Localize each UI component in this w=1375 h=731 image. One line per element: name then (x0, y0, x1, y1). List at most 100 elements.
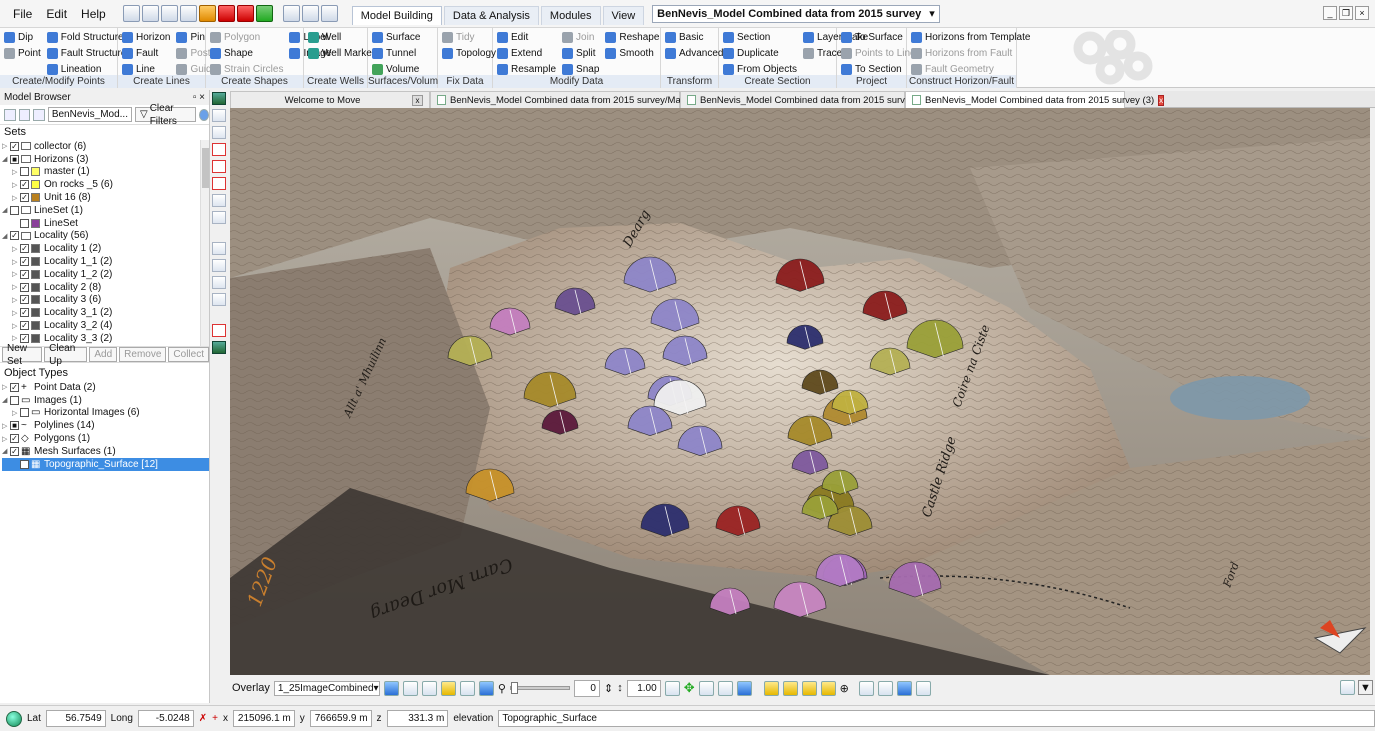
expander-icon[interactable]: ▷ (12, 245, 20, 253)
object-type-item[interactable]: ▷ ▭ Horizontal Images (6) (2, 407, 209, 420)
crosshair-icon[interactable]: ⊕ (840, 682, 849, 695)
expander-icon[interactable]: ▷ (2, 422, 10, 430)
snap-vertex-icon[interactable] (212, 259, 226, 272)
object-type-item[interactable]: ▷ ✓ ◇ Polygons (1) (2, 432, 209, 445)
expander-icon[interactable]: ◢ (2, 396, 10, 404)
menu-help[interactable]: Help (74, 7, 113, 21)
lasso-icon[interactable] (212, 194, 226, 207)
set-tree-item[interactable]: ▷ ✓ Locality 1_2 (2) (2, 268, 209, 281)
layers-icon[interactable] (915, 680, 931, 696)
chevron-down-icon[interactable]: ▼ (1358, 680, 1373, 695)
expander-icon[interactable]: ▷ (12, 270, 20, 278)
ribbon-button-volume[interactable]: Volume (372, 62, 420, 76)
set-tree-item[interactable]: ▷ ✓ Locality 3 (6) (2, 294, 209, 307)
set-tree-item[interactable]: ▷ master (1) (2, 166, 209, 179)
expander-icon[interactable]: ▷ (2, 435, 10, 443)
copy-icon[interactable] (179, 5, 197, 22)
polygon-select-icon[interactable] (212, 177, 226, 190)
ribbon-button-well[interactable]: Well (308, 30, 375, 44)
visibility-checkbox[interactable]: ✓ (20, 459, 29, 469)
visibility-checkbox[interactable] (20, 408, 29, 418)
ribbon-button-dip[interactable]: Dip (4, 30, 41, 44)
elevation-field[interactable]: Topographic_Surface (498, 710, 1375, 727)
document-tab[interactable]: BenNevis_Model Combined data from 2015 s… (905, 91, 1165, 108)
expander-icon[interactable]: ◢ (2, 447, 10, 455)
save-icon[interactable] (160, 5, 178, 22)
ribbon-button-line[interactable]: Line (122, 62, 170, 76)
list-view-icon[interactable] (4, 108, 16, 121)
ribbon-button-strain-circles[interactable]: Strain Circles (210, 62, 283, 76)
set-tree-item[interactable]: ◢ ■ Horizons (3) (2, 153, 209, 166)
visibility-checkbox[interactable]: ✓ (20, 321, 29, 331)
add-button[interactable]: Add (89, 347, 118, 362)
z-field[interactable]: 331.3 m (386, 710, 449, 727)
pin-tool-icon[interactable] (212, 211, 226, 224)
ribbon-button-from-objects[interactable]: From Objects (723, 62, 797, 76)
ribbon-button-tidy[interactable]: Tidy (442, 30, 496, 44)
ribbon-button-duplicate[interactable]: Duplicate (723, 46, 797, 60)
visibility-checkbox[interactable]: ✓ (20, 180, 29, 190)
ribbon-button-point[interactable]: Point (4, 46, 41, 60)
paste-icon[interactable] (198, 5, 216, 22)
expander-icon[interactable]: ▷ (12, 334, 20, 342)
layout-icon[interactable] (282, 5, 300, 22)
y-field[interactable]: 766659.9 m (309, 710, 372, 727)
tilt-slider-handle[interactable] (510, 682, 518, 694)
ribbon-button-horizons-from-fault[interactable]: Horizons from Fault (911, 46, 1030, 60)
ribbon-button-snap[interactable]: Snap (562, 62, 599, 76)
tab-model-building[interactable]: Model Building (351, 5, 442, 25)
set-tree-item[interactable]: ▷ ✓ Locality 3_2 (4) (2, 319, 209, 332)
new-set-button[interactable]: New Set (2, 343, 43, 367)
model-combo[interactable]: BenNevis_Mod... (47, 107, 132, 122)
crosshair-icon[interactable]: + (212, 713, 218, 724)
visibility-checkbox[interactable] (20, 218, 29, 228)
circle-select-icon[interactable] (212, 143, 226, 156)
visibility-checkbox[interactable]: ✓ (20, 295, 29, 305)
object-type-item[interactable]: ▷ ✓ + Point Data (2) (2, 381, 209, 394)
x-field[interactable]: 215096.1 m (232, 710, 295, 727)
restore-button[interactable]: ❐ (1339, 6, 1353, 20)
ribbon-button-join[interactable]: Join (562, 30, 599, 44)
delete-icon[interactable] (217, 5, 235, 22)
expander-icon[interactable]: ◢ (2, 155, 10, 163)
set-tree-item[interactable]: ▷ ✓ On rocks _5 (6) (2, 178, 209, 191)
tab-data-analysis[interactable]: Data & Analysis (443, 5, 539, 25)
set-tree-item[interactable]: LineSet (2, 217, 209, 230)
visibility-checkbox[interactable] (10, 205, 19, 215)
ribbon-button-surface[interactable]: Surface (372, 30, 420, 44)
expander-icon[interactable]: ▷ (12, 283, 20, 291)
set-tree-item[interactable]: ▷ ✓ Locality 3_3 (2) (2, 332, 209, 345)
visibility-checkbox[interactable]: ✓ (20, 193, 29, 203)
ribbon-button-to-section[interactable]: To Section (841, 62, 916, 76)
terrain-scene[interactable]: Coire na Ciste Castle Ridge Carn Mor Dea… (230, 108, 1370, 675)
measure-icon[interactable] (212, 242, 226, 255)
ribbon-button-well-marker[interactable]: Well Marker (308, 46, 375, 60)
ribbon-button-section[interactable]: Section (723, 30, 797, 44)
model-selector[interactable]: BenNevis_Model Combined data from 2015 s… (652, 4, 940, 23)
tilt-slider[interactable] (509, 682, 570, 694)
set-tree-item[interactable]: ▷ ✓ Locality 1 (2) (2, 242, 209, 255)
visibility-checkbox[interactable]: ✓ (20, 269, 29, 279)
ribbon-button-reshape[interactable]: Reshape (605, 30, 659, 44)
visibility-checkbox[interactable]: ■ (10, 154, 19, 164)
3d-viewport[interactable]: Coire na Ciste Castle Ridge Carn Mor Dea… (230, 108, 1370, 675)
expander-icon[interactable]: ▷ (12, 322, 20, 330)
ribbon-button-resample[interactable]: Resample (497, 62, 556, 76)
maximize-viewport-icon[interactable] (1340, 680, 1355, 695)
refresh-icon[interactable] (212, 341, 226, 354)
circle-icon[interactable] (459, 680, 475, 696)
ribbon-button-split[interactable]: Split (562, 46, 599, 60)
fit-view-icon[interactable] (698, 680, 714, 696)
pick-point-icon[interactable]: ✗ (199, 713, 207, 724)
expander-icon[interactable]: ▷ (2, 142, 10, 150)
visibility-checkbox[interactable]: ✓ (20, 244, 29, 254)
colorbar-icon[interactable] (896, 680, 912, 696)
expander-icon[interactable]: ◢ (2, 206, 10, 214)
set-tree-item[interactable]: ▷ ✓ Locality 1_1 (2) (2, 255, 209, 268)
minimize-button[interactable]: _ (1323, 6, 1337, 20)
camera-presets-icon[interactable] (877, 680, 893, 696)
grid-icon[interactable] (717, 680, 733, 696)
ribbon-button-fault[interactable]: Fault (122, 46, 170, 60)
window-icon[interactable] (320, 5, 338, 22)
snap-line-icon[interactable] (212, 276, 226, 289)
